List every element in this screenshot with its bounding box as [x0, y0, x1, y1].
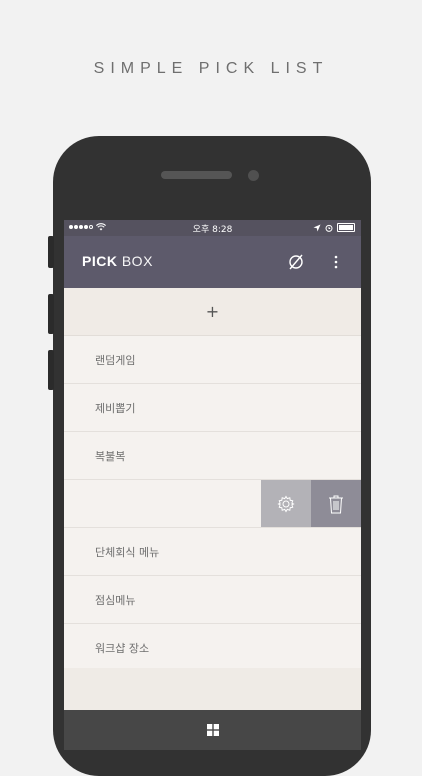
list-item-label: 워크샵 장소 — [95, 641, 150, 655]
battery-icon — [337, 223, 355, 232]
gear-icon — [277, 495, 295, 512]
add-label: + — [205, 302, 220, 321]
app-title-box: BOX — [121, 253, 153, 269]
alarm-icon — [325, 224, 333, 232]
more-menu-button[interactable] — [324, 250, 348, 274]
trash-icon — [329, 495, 343, 513]
status-right-group — [313, 223, 355, 232]
phone-screen: 오후 8:28 PICK BOX + 랜덤게임 제비뽑기 복불복 단체회식 메뉴… — [64, 220, 361, 750]
app-title-pick: PICK — [82, 253, 118, 269]
list-item[interactable]: 복불복 — [64, 432, 361, 480]
list-item[interactable]: 단체회식 메뉴 — [64, 528, 361, 576]
list-empty-area — [64, 668, 361, 710]
add-list-button[interactable]: + — [64, 288, 361, 336]
location-arrow-icon — [313, 224, 321, 231]
app-bar: PICK BOX — [64, 236, 361, 288]
list-item[interactable]: 제비뽑기 — [64, 384, 361, 432]
item-settings-button[interactable] — [261, 480, 311, 527]
list-item-label: 랜덤게임 — [95, 353, 136, 367]
list-item-label: 단체회식 메뉴 — [95, 545, 160, 559]
list-item[interactable]: 워크샵 장소 — [64, 624, 361, 672]
bottom-bar — [64, 710, 361, 750]
promo-headline: SIMPLE PICK LIST — [93, 60, 329, 77]
empty-set-icon — [289, 254, 303, 270]
phone-speaker — [161, 171, 232, 179]
list-item[interactable]: 랜덤게임 — [64, 336, 361, 384]
windows-grid-icon[interactable] — [206, 724, 219, 736]
list-item-label: 제비뽑기 — [95, 401, 136, 415]
list-item-label: 복불복 — [95, 449, 126, 463]
item-delete-button[interactable] — [311, 480, 361, 527]
list-item-swiped[interactable] — [64, 480, 361, 528]
phone-volume-up — [48, 294, 54, 334]
list-item[interactable]: 점심메뉴 — [64, 576, 361, 624]
more-vert-icon — [334, 255, 338, 269]
list-item-label: 점심메뉴 — [95, 593, 136, 607]
phone-mute-switch — [48, 236, 54, 268]
phone-volume-down — [48, 350, 54, 390]
app-title: PICK BOX — [82, 253, 153, 269]
empty-set-button[interactable] — [284, 250, 308, 274]
pick-list: 랜덤게임 제비뽑기 복불복 단체회식 메뉴 점심메뉴 워크샵 장소 — [64, 336, 361, 672]
phone-camera — [248, 170, 259, 181]
status-bar: 오후 8:28 — [64, 220, 361, 236]
